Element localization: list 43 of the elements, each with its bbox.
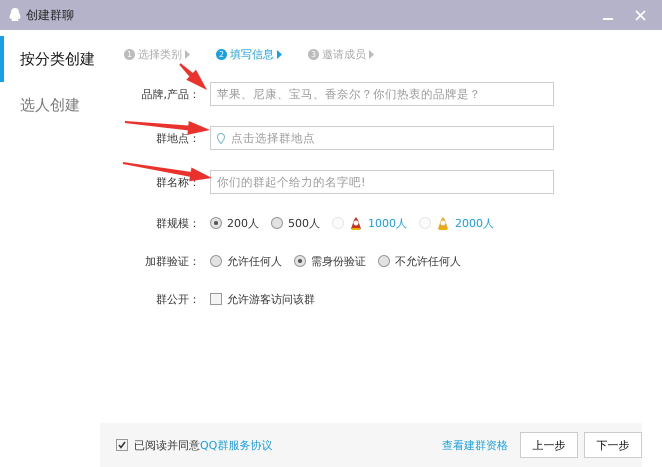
triangle-icon xyxy=(369,50,374,58)
field-label: 群地点： xyxy=(155,130,201,146)
input-field[interactable]: 你们的群起个给力的名字吧! xyxy=(210,170,554,194)
radio-button[interactable] xyxy=(271,217,283,229)
choice-label: 2000人 xyxy=(455,216,494,230)
choice-label: 允许游客访问该群 xyxy=(227,292,315,306)
choice-label: 允许任何人 xyxy=(227,254,282,268)
radio-button[interactable] xyxy=(294,255,306,267)
sidebar-item[interactable]: 按分类创建 xyxy=(0,36,100,82)
triangle-icon xyxy=(185,50,190,58)
annotation-arrow xyxy=(179,63,207,90)
input-field[interactable]: 点击选择群地点 xyxy=(210,126,554,150)
choice-label: 需身份验证 xyxy=(311,254,366,268)
penguin-icon xyxy=(8,7,22,23)
location-pin-icon xyxy=(217,133,225,144)
eligibility-link[interactable]: 查看建群资格 xyxy=(442,438,508,452)
close-icon xyxy=(634,10,646,20)
radio-button[interactable] xyxy=(210,255,222,267)
agreement-link[interactable]: QQ群服务协议 xyxy=(200,438,272,452)
field-label: 品牌,产品： xyxy=(140,86,201,102)
step-tab[interactable]: 3 邀请成员 xyxy=(308,44,374,64)
window-title: 创建群聊 xyxy=(26,6,75,24)
triangle-icon xyxy=(277,50,282,58)
option-label: 加群验证： xyxy=(144,254,201,268)
radio-button[interactable] xyxy=(210,217,222,229)
choice-label: 200人 xyxy=(227,216,259,230)
input-field[interactable]: 苹果、尼康、宝马、香奈尔？你们热衷的品牌是？ xyxy=(210,82,554,106)
option-label: 群规模： xyxy=(155,216,201,230)
choice-label: 500人 xyxy=(288,216,320,230)
radio-button[interactable] xyxy=(378,255,390,267)
agree-text: 已阅读并同意 xyxy=(134,438,200,452)
step-tab[interactable]: 1 选择类别 xyxy=(124,44,190,64)
minimize-icon xyxy=(603,18,613,20)
field-label: 群名称： xyxy=(155,174,201,190)
option-label: 群公开： xyxy=(155,292,201,306)
checkbox[interactable] xyxy=(210,293,222,305)
sidebar-item[interactable]: 选人创建 xyxy=(0,82,100,128)
choice-label: 1000人 xyxy=(368,216,407,230)
agree-checkbox[interactable] xyxy=(116,439,128,451)
step-tab[interactable]: 2 填写信息 xyxy=(216,44,282,64)
step-button[interactable]: 下一步 xyxy=(584,432,642,458)
choice-label: 不允许任何人 xyxy=(395,254,461,268)
step-button[interactable]: 上一步 xyxy=(520,432,578,458)
